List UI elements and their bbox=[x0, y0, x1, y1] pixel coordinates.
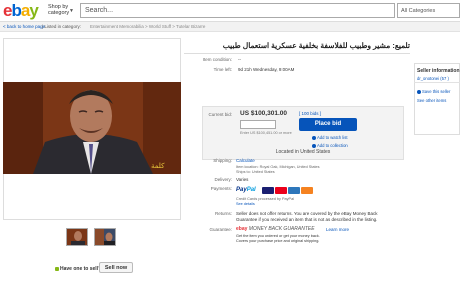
mastercard-icon bbox=[275, 187, 287, 194]
amex-card-icon bbox=[288, 187, 300, 194]
seller-divider bbox=[414, 82, 460, 83]
current-bid-price: US $100,301.00 bbox=[240, 110, 287, 117]
plus-icon bbox=[312, 135, 316, 140]
returns-label: Returns: bbox=[214, 211, 232, 216]
time-left-value: 9d 21h Wednesday, 9:00AM bbox=[238, 67, 295, 72]
discover-card-icon bbox=[301, 187, 313, 194]
listing-title: تلميع: مشير وطبيب للفلاسفة بخلفية عسكرية… bbox=[222, 41, 410, 50]
search-input[interactable]: Search... bbox=[80, 3, 395, 18]
tv-channel-mark: كلمة bbox=[151, 162, 165, 170]
have-one-text: Have one to sell? bbox=[60, 266, 102, 272]
shipping-ships-to: Ships to: United States bbox=[236, 170, 275, 174]
breadcrumb[interactable]: Entertainment Memorabilia > World Stuff … bbox=[90, 24, 205, 29]
credit-cards-note: Credit Cards processed by PayPal bbox=[236, 197, 295, 201]
save-seller-link[interactable]: Save this seller bbox=[417, 89, 450, 94]
place-bid-button[interactable]: Place bid bbox=[299, 118, 357, 131]
guarantee-line2: Covers your purchase price and original … bbox=[236, 239, 320, 243]
seller-name-link[interactable]: dr_onotonei (57 ) bbox=[417, 76, 449, 81]
delivery-value: Varies bbox=[236, 177, 249, 182]
shipping-label: Shipping: bbox=[213, 158, 232, 163]
thumbnail-1[interactable] bbox=[66, 228, 88, 246]
bid-minimum-hint: Enter US $100,451.00 or more bbox=[240, 131, 292, 135]
collection-label: Add to collection bbox=[317, 143, 348, 148]
thumbnail-2[interactable] bbox=[94, 228, 116, 246]
plus-icon bbox=[312, 143, 316, 148]
save-seller-label: Save this seller bbox=[422, 89, 451, 94]
item-condition-value: -- bbox=[238, 57, 241, 62]
shipping-item-location: Item location: Royal Oak, Michigan, Unit… bbox=[236, 165, 320, 169]
main-item-photo[interactable]: كلمة bbox=[3, 82, 181, 174]
time-left-label: Time left: bbox=[213, 67, 232, 72]
add-to-collection-link[interactable]: Add to collection bbox=[312, 143, 348, 148]
see-other-items-link[interactable]: See other items bbox=[417, 98, 446, 103]
have-one-to-sell-label: Have one to sell? bbox=[55, 266, 101, 272]
paypal-logo: PayPal bbox=[236, 187, 256, 193]
sell-now-button[interactable]: Sell now bbox=[99, 262, 133, 273]
heart-icon bbox=[417, 89, 421, 94]
title-divider bbox=[184, 53, 410, 54]
guarantee-line1: Get the item you ordered or get your mon… bbox=[236, 234, 320, 238]
back-to-home-link[interactable]: < back to home page bbox=[3, 24, 45, 29]
seller-info-title: Seller information bbox=[417, 68, 460, 74]
item-condition-label: Item condition: bbox=[202, 57, 232, 62]
learn-more-link[interactable]: Learn more bbox=[326, 227, 349, 232]
ebay-logo[interactable]: ebay bbox=[3, 1, 39, 21]
category-label: category bbox=[48, 10, 70, 16]
listed-in-label: | Listed in category: bbox=[42, 24, 81, 29]
current-bid-label: Current bid: bbox=[208, 112, 232, 117]
payments-label: Payments: bbox=[210, 186, 232, 191]
location-box bbox=[202, 136, 404, 160]
shipping-calculate-link[interactable]: Calculate bbox=[236, 158, 255, 163]
chevron-down-icon: ▼ bbox=[69, 8, 74, 14]
returns-text-line1: Seller does not offer returns. You are c… bbox=[236, 211, 378, 216]
category-select[interactable]: All Categories bbox=[397, 3, 460, 18]
item-location-text: Located in United States bbox=[275, 149, 331, 155]
see-details-link[interactable]: See details bbox=[236, 202, 255, 206]
money-back-guarantee-logo: ebay MONEY BACK GUARANTEE bbox=[236, 226, 315, 232]
delivery-label: Delivery: bbox=[214, 177, 232, 182]
visa-card-icon bbox=[262, 187, 274, 194]
top-header: ebay Shop by category ▼ Search... All Ca… bbox=[0, 0, 460, 22]
returns-text-line2: Guarantee if you received an item that i… bbox=[236, 217, 378, 222]
shop-by-category-button[interactable]: Shop by category bbox=[48, 4, 69, 16]
add-to-watch-list-link[interactable]: Add to watch list bbox=[312, 135, 348, 140]
tag-icon bbox=[55, 266, 59, 271]
guarantee-label: Guarantee: bbox=[209, 227, 232, 232]
watch-label: Add to watch list bbox=[317, 135, 348, 140]
bid-amount-input[interactable] bbox=[240, 120, 276, 129]
bid-history-link[interactable]: [ 100 bids ] bbox=[299, 111, 321, 116]
